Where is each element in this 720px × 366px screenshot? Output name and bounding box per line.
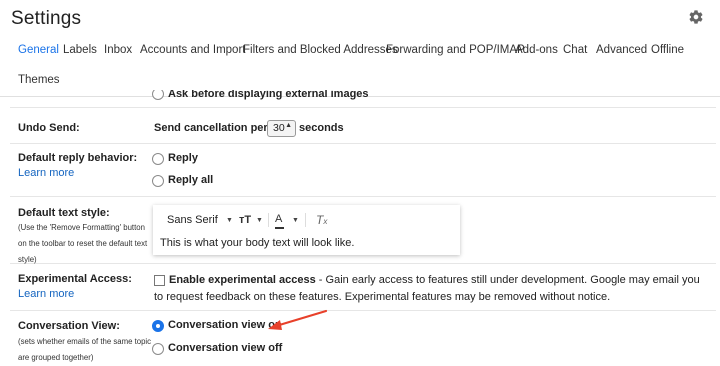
conversation-view-label: Conversation View:	[18, 320, 120, 332]
font-family-select[interactable]: Sans Serif	[167, 214, 218, 226]
reply-all-option-label: Reply all	[168, 174, 214, 186]
tab-labels[interactable]: Labels	[63, 44, 97, 56]
reply-all-radio[interactable]	[152, 175, 164, 187]
conversation-view-off-label: Conversation view off	[168, 342, 283, 354]
chevron-up-down-icon: ▲	[285, 122, 292, 129]
settings-header: Settings	[0, 0, 720, 38]
text-style-sample: This is what your body text will look li…	[160, 237, 355, 249]
toolbar-divider	[305, 213, 306, 227]
tab-accounts-and-import[interactable]: Accounts and Import	[140, 44, 245, 56]
text-style-editor: Sans Serif ▼ ᴛT ▼ A ▼ Tx This is what yo…	[153, 205, 460, 255]
experimental-access-label: Experimental Access:	[18, 273, 132, 285]
toolbar-divider	[268, 213, 269, 227]
images-setting-row: Ask before displaying external images	[0, 90, 720, 102]
undo-send-label: Undo Send:	[18, 122, 80, 134]
ask-before-images-radio[interactable]	[152, 90, 164, 100]
tab-offline[interactable]: Offline	[651, 44, 684, 56]
remove-formatting-icon[interactable]: Tx	[316, 213, 327, 227]
tab-general[interactable]: General	[18, 44, 59, 56]
ask-before-images-label: Ask before displaying external images	[168, 90, 369, 100]
font-size-icon[interactable]: ᴛT	[239, 214, 251, 226]
tab-themes[interactable]: Themes	[18, 74, 60, 86]
cancellation-period-select[interactable]: 30 ▲	[267, 120, 296, 137]
reply-learn-more-link[interactable]: Learn more	[18, 167, 74, 179]
reply-option-label: Reply	[168, 152, 198, 164]
conversation-view-off-radio[interactable]	[152, 343, 164, 355]
seconds-label: seconds	[299, 122, 344, 134]
annotation-arrow-icon	[268, 309, 328, 330]
tab-advanced[interactable]: Advanced	[596, 44, 647, 56]
row-divider	[10, 107, 716, 108]
tab-chat[interactable]: Chat	[563, 44, 587, 56]
tab-filters-and-blocked-addresses[interactable]: Filters and Blocked Addresses	[243, 44, 398, 56]
row-divider	[10, 196, 716, 197]
row-divider	[10, 143, 716, 144]
gear-icon[interactable]	[688, 9, 704, 25]
tab-forwarding-pop-imap[interactable]: Forwarding and POP/IMAP	[386, 44, 525, 56]
cancellation-period-value: 30	[273, 122, 285, 134]
tab-inbox[interactable]: Inbox	[104, 44, 132, 56]
chevron-down-icon[interactable]: ▼	[292, 217, 299, 224]
reply-radio[interactable]	[152, 153, 164, 165]
text-style-hint: (Use the 'Remove Formatting' button on t…	[18, 223, 148, 264]
conversation-view-hint: (sets whether emails of the same topic a…	[18, 337, 152, 362]
chevron-down-icon[interactable]: ▼	[226, 217, 233, 224]
experimental-access-option: Enable experimental access	[169, 274, 316, 286]
page-title: Settings	[11, 8, 82, 29]
tab-add-ons[interactable]: Add-ons	[515, 44, 558, 56]
settings-tabs: General Labels Inbox Accounts and Import…	[0, 38, 720, 97]
reply-behavior-label: Default reply behavior:	[18, 152, 138, 164]
experimental-learn-more-link[interactable]: Learn more	[18, 288, 74, 300]
conversation-view-on-radio[interactable]	[152, 320, 164, 332]
text-color-icon[interactable]: A	[275, 213, 282, 225]
experimental-access-text: Enable experimental access - Gain early …	[154, 272, 709, 305]
text-color-swatch	[275, 227, 284, 229]
row-divider	[10, 310, 716, 311]
text-style-label: Default text style:	[18, 207, 110, 219]
chevron-down-icon[interactable]: ▼	[256, 217, 263, 224]
